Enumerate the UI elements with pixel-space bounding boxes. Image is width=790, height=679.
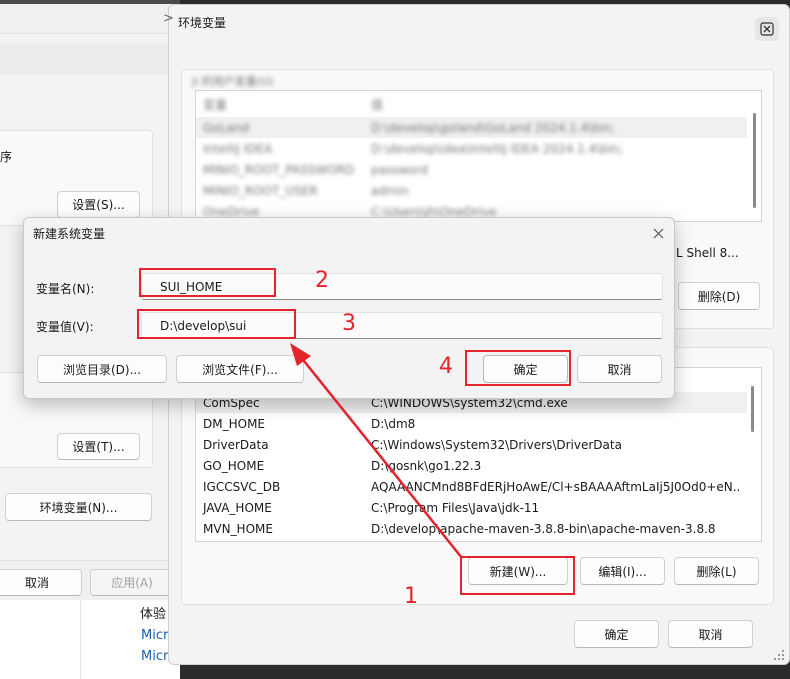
- annotation-arrow-icon: [290, 343, 463, 559]
